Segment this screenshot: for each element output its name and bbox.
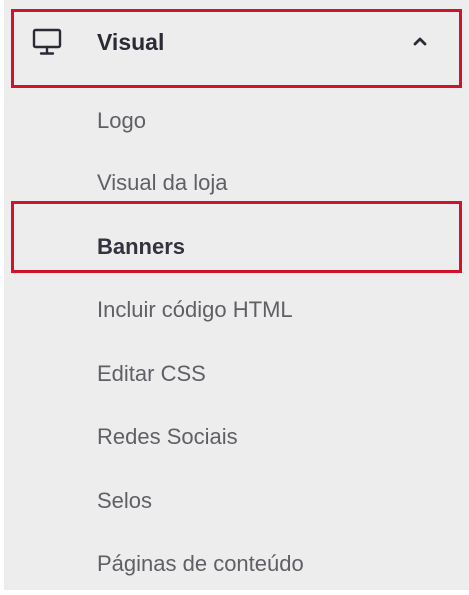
monitor-icon: [32, 28, 62, 56]
section-title: Visual: [97, 29, 165, 55]
sidebar-menu: Visual Logo Visual da loja Banners Inclu…: [4, 0, 469, 590]
chevron-up-icon[interactable]: [409, 33, 431, 49]
section-header-visual[interactable]: Visual: [4, 0, 469, 88]
menu-item-selos[interactable]: Selos: [97, 487, 152, 515]
menu-item-redes-sociais[interactable]: Redes Sociais: [97, 423, 238, 451]
menu-item-incluir-codigo-html[interactable]: Incluir código HTML: [97, 296, 293, 324]
menu-item-paginas-de-conteudo[interactable]: Páginas de conteúdo: [97, 550, 304, 578]
menu-item-visual-da-loja[interactable]: Visual da loja: [97, 169, 227, 197]
menu-item-banners[interactable]: Banners: [97, 233, 185, 261]
menu-item-logo[interactable]: Logo: [97, 107, 146, 135]
menu-item-editar-css[interactable]: Editar CSS: [97, 360, 206, 388]
